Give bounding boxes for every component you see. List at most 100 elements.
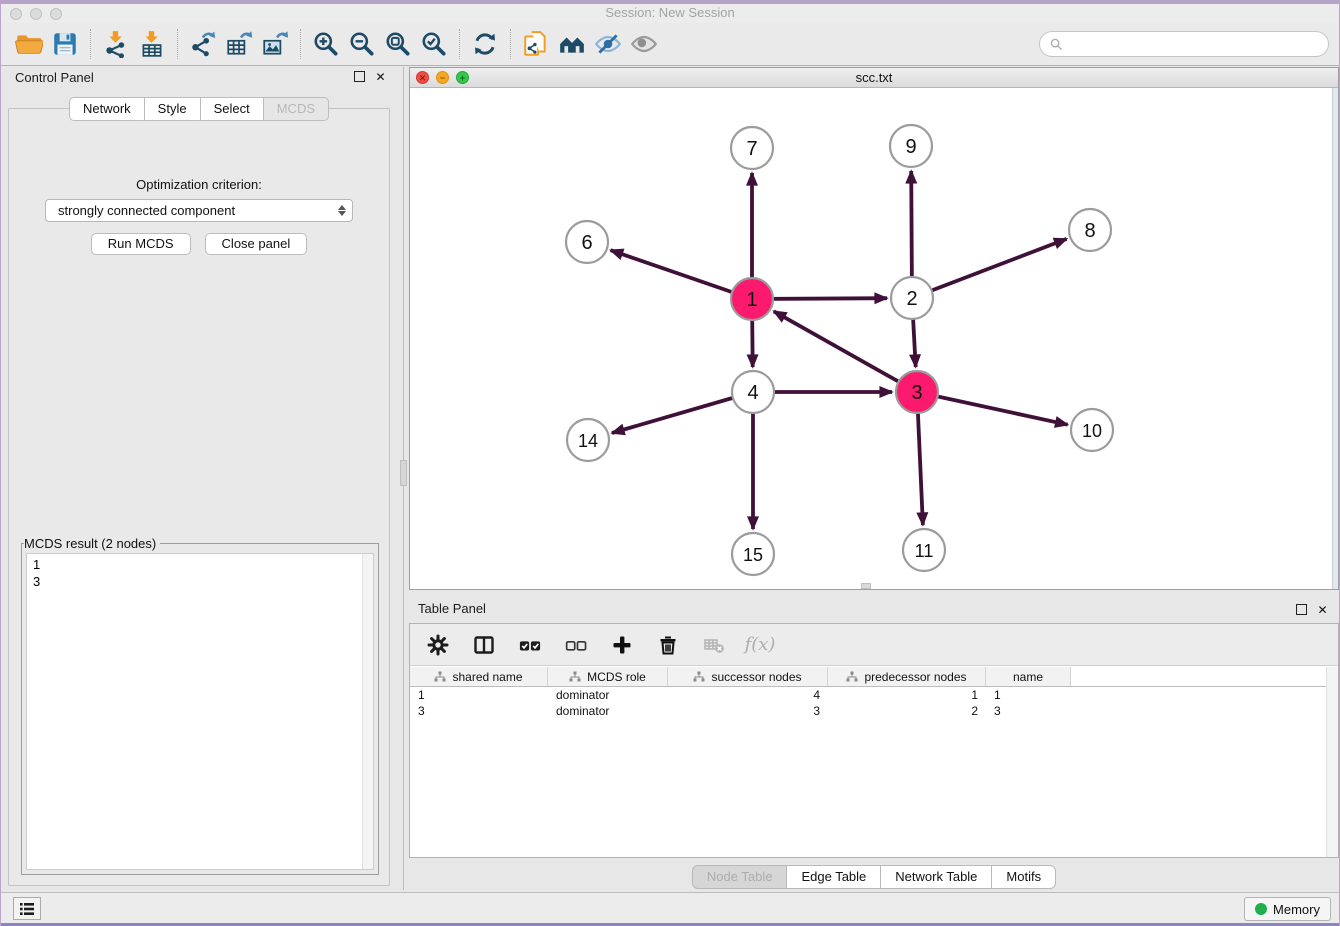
zoom-selected-icon[interactable]	[416, 27, 452, 61]
table-row[interactable]: 1dominator411	[410, 687, 1326, 703]
network-canvas[interactable]: 7 9 6 8 1 2 4 3 14 10 15 11	[410, 88, 1338, 589]
tab-network[interactable]: Network	[69, 97, 145, 121]
graph-node-11[interactable]: 11	[903, 529, 945, 571]
result-scrollbar[interactable]	[362, 554, 373, 869]
graph-node-14[interactable]: 14	[567, 419, 609, 461]
tab-motifs[interactable]: Motifs	[991, 865, 1056, 889]
optimization-criterion-dropdown[interactable]: strongly connected component	[45, 199, 353, 222]
show-hidden-eye-icon[interactable]	[626, 27, 662, 61]
column-header[interactable]: predecessor nodes	[828, 667, 986, 686]
maximize-network-icon[interactable]: +	[456, 71, 469, 84]
close-panel-button[interactable]: Close panel	[205, 233, 308, 255]
desktop-background-strip	[1, 0, 1339, 4]
open-folder-icon[interactable]	[11, 27, 47, 61]
import-table-icon[interactable]	[134, 27, 170, 61]
close-table-panel-icon[interactable]: ✕	[1316, 604, 1329, 617]
table-cell[interactable]: 4	[668, 687, 828, 703]
mcds-result-textarea[interactable]: 13	[26, 553, 374, 870]
canvas-resize-grip[interactable]	[861, 583, 871, 589]
minimize-window-button[interactable]	[30, 8, 42, 20]
add-row-icon[interactable]	[610, 633, 634, 657]
table-cell[interactable]: 1	[986, 687, 1071, 703]
export-network-icon[interactable]	[185, 27, 221, 61]
tab-network-table[interactable]: Network Table	[880, 865, 992, 889]
tab-style[interactable]: Style	[144, 97, 201, 121]
search-field[interactable]	[1039, 31, 1329, 57]
memory-status-dot-icon	[1255, 903, 1267, 915]
tab-mcds[interactable]: MCDS	[263, 97, 329, 121]
first-neighbors-houses-icon[interactable]	[554, 27, 590, 61]
export-table-icon[interactable]	[221, 27, 257, 61]
tab-edge-table[interactable]: Edge Table	[786, 865, 881, 889]
column-sort-tree-icon	[434, 671, 446, 683]
panel-divider-grip[interactable]	[400, 460, 407, 486]
graph-node-9[interactable]: 9	[890, 125, 932, 167]
table-cell[interactable]: 3	[410, 703, 548, 719]
graph-edge-1-6[interactable]	[611, 250, 752, 299]
toolbar-separator	[177, 29, 178, 59]
graph-node-2[interactable]: 2	[891, 277, 933, 319]
table-cell[interactable]: 1	[410, 687, 548, 703]
minimize-network-icon[interactable]: −	[436, 71, 449, 84]
canvas-scrollbar[interactable]	[1332, 88, 1338, 589]
hide-selected-eye-slash-icon[interactable]	[590, 27, 626, 61]
run-mcds-button[interactable]: Run MCDS	[91, 233, 191, 255]
table-settings-gear-icon[interactable]	[426, 633, 450, 657]
close-window-button[interactable]	[10, 8, 22, 20]
column-header[interactable]: shared name	[410, 667, 548, 686]
zoom-fit-icon[interactable]	[380, 27, 416, 61]
search-input[interactable]	[1069, 37, 1318, 52]
network-window-title: scc.txt	[410, 68, 1338, 87]
column-header-label: successor nodes	[711, 670, 801, 684]
column-header[interactable]: MCDS role	[548, 667, 668, 686]
deselect-all-checkboxes-icon[interactable]	[564, 633, 588, 657]
tab-select[interactable]: Select	[200, 97, 264, 121]
graph-node-1[interactable]: 1	[731, 278, 773, 320]
network-window-titlebar[interactable]: ✕ − + scc.txt	[410, 68, 1338, 88]
graph-edge-3-1[interactable]	[774, 311, 917, 392]
save-session-icon[interactable]	[47, 27, 83, 61]
window-titlebar: Session: New Session	[1, 4, 1339, 23]
close-network-icon[interactable]: ✕	[416, 71, 429, 84]
table-cell[interactable]: dominator	[548, 687, 668, 703]
delete-row-trash-icon[interactable]	[656, 633, 680, 657]
table-cell[interactable]: 3	[986, 703, 1071, 719]
window-title: Session: New Session	[1, 4, 1339, 22]
table-cell[interactable]: 3	[668, 703, 828, 719]
zoom-window-button[interactable]	[50, 8, 62, 20]
column-header[interactable]: name	[986, 667, 1071, 686]
graph-node-7[interactable]: 7	[731, 127, 773, 169]
show-columns-icon[interactable]	[472, 633, 496, 657]
export-image-icon[interactable]	[257, 27, 293, 61]
table-cell[interactable]: 2	[828, 703, 986, 719]
zoom-out-icon[interactable]	[344, 27, 380, 61]
graph-edge-3-10[interactable]	[917, 392, 1068, 425]
memory-button[interactable]: Memory	[1244, 897, 1331, 921]
float-table-panel-icon[interactable]	[1296, 604, 1307, 615]
new-network-from-selection-icon[interactable]	[518, 27, 554, 61]
control-panel-tabs: Network Style Select MCDS	[69, 97, 329, 121]
graph-node-6[interactable]: 6	[566, 221, 608, 263]
zoom-in-icon[interactable]	[308, 27, 344, 61]
float-panel-icon[interactable]	[354, 71, 365, 82]
graph-node-4[interactable]: 4	[732, 371, 774, 413]
graph-node-label: 8	[1084, 220, 1095, 242]
table-cell[interactable]: dominator	[548, 703, 668, 719]
graph-node-10[interactable]: 10	[1071, 409, 1113, 451]
close-panel-icon[interactable]: ✕	[374, 71, 387, 84]
tab-node-table[interactable]: Node Table	[692, 865, 788, 889]
select-all-checkboxes-icon[interactable]	[518, 633, 542, 657]
graph-node-8[interactable]: 8	[1069, 209, 1111, 251]
refresh-layout-icon[interactable]	[467, 27, 503, 61]
control-panel-title: Control Panel	[15, 70, 94, 85]
table-cell[interactable]: 1	[828, 687, 986, 703]
show-panels-list-button[interactable]	[13, 897, 41, 920]
import-network-icon[interactable]	[98, 27, 134, 61]
network-window-traffic-lights: ✕ − +	[416, 71, 469, 84]
graph-node-3[interactable]: 3	[896, 371, 938, 413]
graph-node-15[interactable]: 15	[732, 533, 774, 575]
table-scrollbar[interactable]	[1326, 667, 1338, 857]
column-header[interactable]: successor nodes	[668, 667, 828, 686]
table-row[interactable]: 3dominator323	[410, 703, 1326, 719]
graph-edge-2-8[interactable]	[912, 239, 1067, 298]
